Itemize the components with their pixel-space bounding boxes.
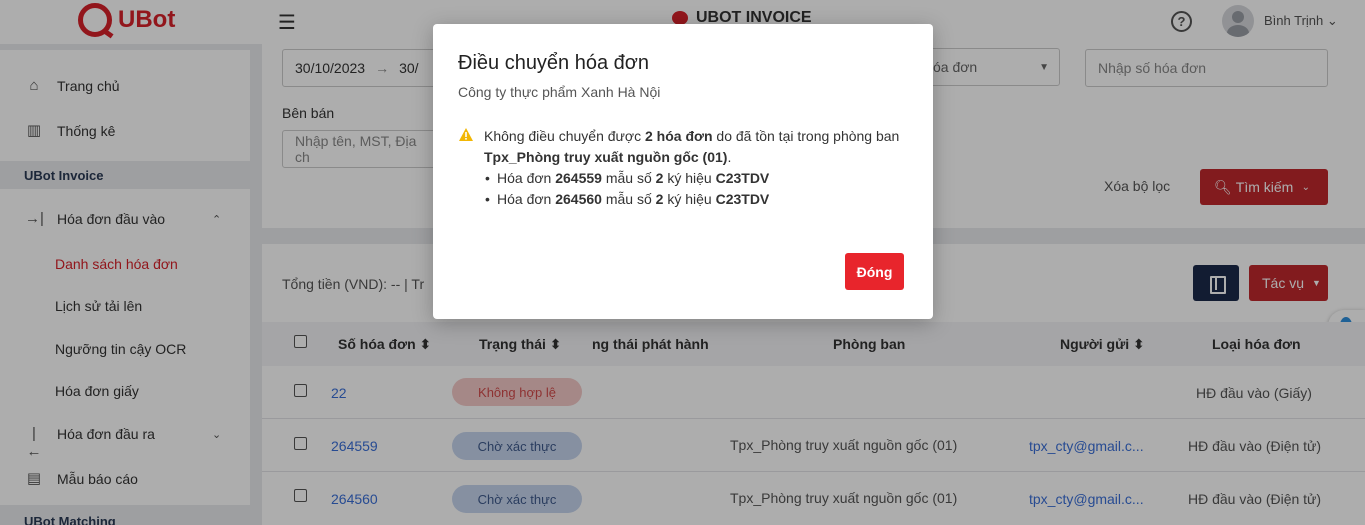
item-text: mẫu số (601, 191, 656, 207)
item-symbol: C23TDV (715, 170, 770, 186)
list-item: Hóa đơn 264560 mẫu số 2 ký hiệu C23TDV (485, 189, 770, 210)
item-symbol: C23TDV (715, 191, 770, 207)
item-text: ký hiệu (663, 191, 716, 207)
item-text: Hóa đơn (497, 191, 556, 207)
item-text: mẫu số (601, 170, 656, 186)
dialog-title: Điều chuyển hóa đơn (458, 52, 650, 74)
warning-message: Không điều chuyển được 2 hóa đơn do đã t… (484, 126, 909, 168)
transfer-invoice-dialog: Điều chuyển hóa đơn Công ty thực phẩm Xa… (433, 24, 933, 319)
close-button[interactable]: Đóng (845, 253, 904, 290)
item-text: Hóa đơn (497, 170, 556, 186)
item-number: 264560 (555, 191, 602, 207)
warning-icon (459, 128, 473, 141)
warning-text: do đã tồn tại trong phòng ban (712, 128, 900, 144)
warning-department: Tpx_Phòng truy xuất nguồn gốc (01) (484, 149, 728, 165)
item-text: ký hiệu (663, 170, 716, 186)
item-number: 264559 (555, 170, 602, 186)
list-item: Hóa đơn 264559 mẫu số 2 ký hiệu C23TDV (485, 168, 770, 189)
failed-invoice-list: Hóa đơn 264559 mẫu số 2 ký hiệu C23TDV H… (485, 168, 770, 210)
dialog-subtitle: Công ty thực phẩm Xanh Hà Nội (458, 84, 661, 100)
warning-text: Không điều chuyển được (484, 128, 645, 144)
warning-count: 2 hóa đơn (645, 128, 713, 144)
warning-text: . (727, 149, 732, 165)
